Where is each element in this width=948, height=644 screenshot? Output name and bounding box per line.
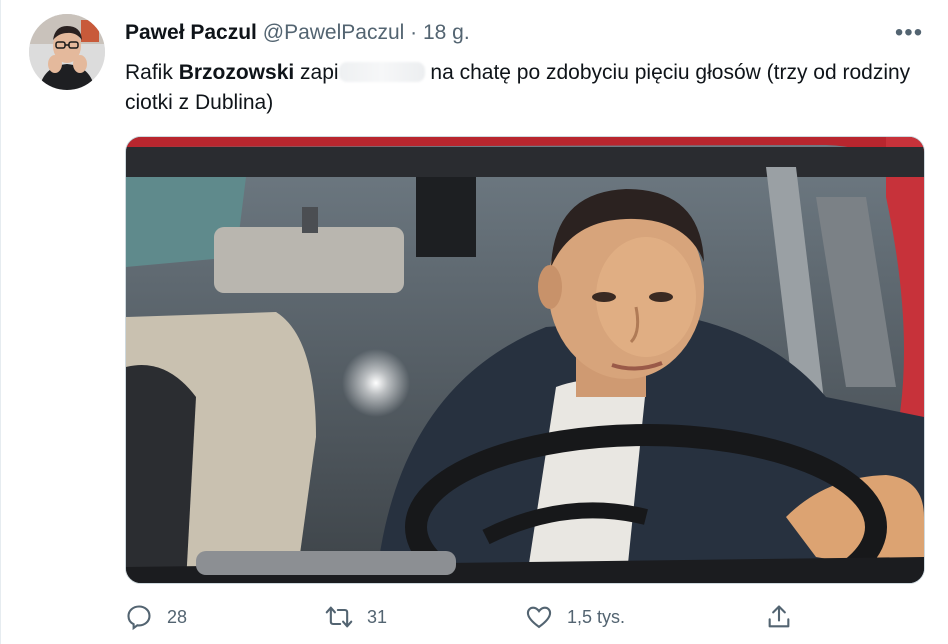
- like-button[interactable]: 1,5 tys.: [525, 600, 625, 634]
- heart-icon: [526, 606, 552, 629]
- share-button[interactable]: [765, 600, 807, 634]
- avatar-photo-icon: [29, 14, 105, 90]
- tweet-text-mid: zapi: [294, 61, 339, 84]
- retweet-button[interactable]: 31: [325, 600, 387, 634]
- author-name[interactable]: Paweł Paczul: [125, 21, 257, 44]
- tweet-text-bold[interactable]: Brzozowski: [179, 61, 295, 84]
- more-dots-icon: •••: [894, 19, 924, 46]
- more-options-button[interactable]: •••: [894, 19, 924, 46]
- retweet-count: 31: [367, 606, 388, 627]
- tweet: Paweł Paczul @PawelPaczul · 18 g. ••• Ra…: [0, 0, 948, 644]
- redacted-text-blur: [338, 62, 425, 82]
- tweet-image[interactable]: [125, 136, 925, 584]
- tweet-text: Rafik Brzozowski zapi na chatę po zdobyc…: [125, 58, 915, 118]
- photo-man-driving-icon: [126, 137, 924, 583]
- tweet-header: Paweł Paczul @PawelPaczul · 18 g.: [125, 20, 470, 46]
- separator-dot: ·: [410, 21, 418, 44]
- reply-button[interactable]: 28: [125, 600, 187, 634]
- retweet-icon: [325, 606, 353, 628]
- avatar[interactable]: [29, 14, 105, 90]
- tweet-actions: 28 31 1,5 tys.: [125, 600, 825, 634]
- share-icon: [768, 605, 790, 628]
- author-handle[interactable]: @PawelPaczul: [263, 21, 405, 44]
- tweet-text-start: Rafik: [125, 61, 179, 84]
- timestamp[interactable]: 18 g.: [423, 21, 470, 44]
- like-count: 1,5 tys.: [567, 606, 626, 627]
- reply-icon: [127, 605, 151, 631]
- reply-count: 28: [167, 606, 188, 627]
